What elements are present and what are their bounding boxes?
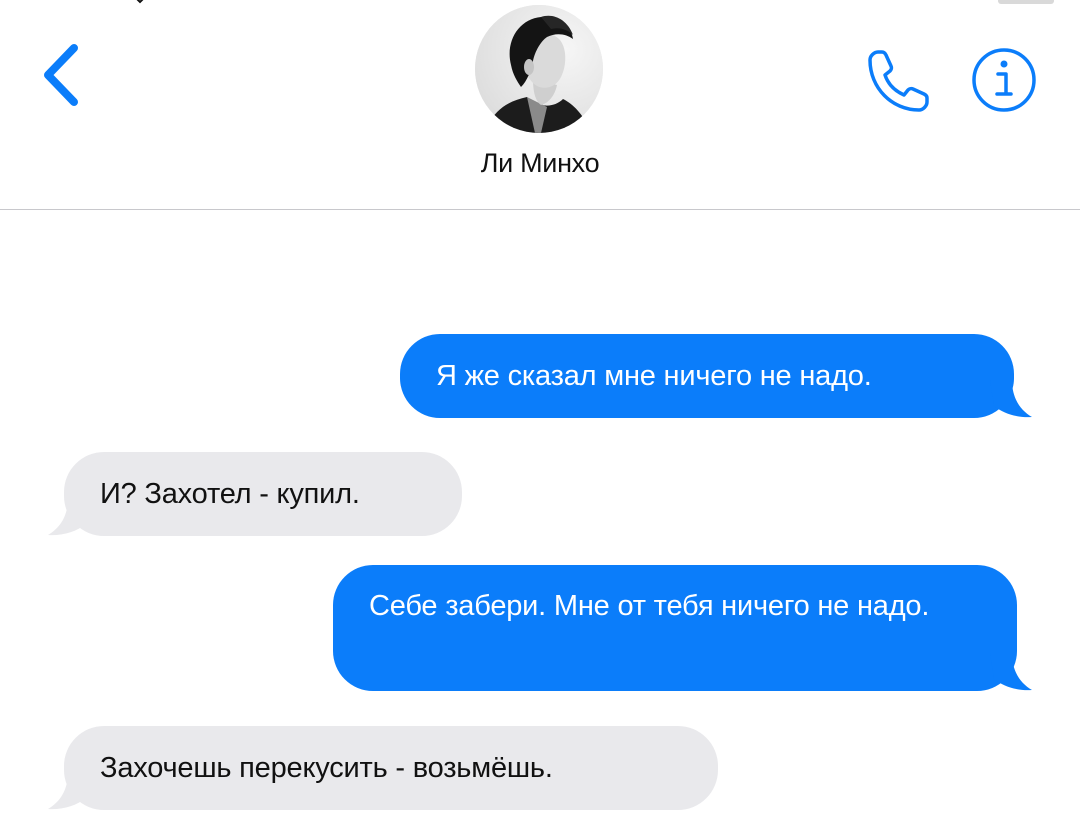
- incoming-bubble-tail: [48, 498, 90, 536]
- message-text: Захочешь перекусить - возьмёшь.: [100, 752, 553, 784]
- contact-photo: [475, 5, 603, 133]
- message-text: Себе забери. Мне от тебя ничего не надо.: [369, 590, 930, 622]
- contact-avatar[interactable]: [475, 5, 603, 133]
- message-text: И? Захотел - купил.: [100, 478, 360, 510]
- back-button[interactable]: [30, 34, 100, 114]
- battery-icon: [998, 0, 1054, 4]
- incoming-message-bubble[interactable]: И? Захотел - купил.: [64, 452, 462, 536]
- outgoing-message-bubble[interactable]: Я же сказал мне ничего не надо.: [400, 334, 1014, 418]
- incoming-bubble-tail: [48, 772, 90, 810]
- info-button[interactable]: [968, 44, 1040, 116]
- phone-icon: [868, 50, 929, 112]
- outgoing-message-bubble[interactable]: Себе забери. Мне от тебя ничего не надо.: [333, 565, 1017, 691]
- contact-name[interactable]: Ли Минхо: [0, 148, 1080, 179]
- status-bar-fragment: [136, 0, 144, 4]
- messages-screen: Ли Минхо Я же сказал мне ничего не надо.…: [0, 0, 1080, 828]
- message-text: Я же сказал мне ничего не надо.: [436, 360, 872, 392]
- incoming-message-bubble[interactable]: Захочешь перекусить - возьмёшь.: [64, 726, 718, 810]
- call-button[interactable]: [858, 44, 930, 116]
- message-thread: Я же сказал мне ничего не надо. И? Захот…: [0, 210, 1080, 828]
- conversation-header: Ли Минхо: [0, 0, 1080, 210]
- outgoing-bubble-tail: [990, 653, 1032, 691]
- outgoing-bubble-tail: [990, 380, 1032, 418]
- chevron-left-icon: [44, 44, 78, 106]
- info-icon: [972, 48, 1036, 112]
